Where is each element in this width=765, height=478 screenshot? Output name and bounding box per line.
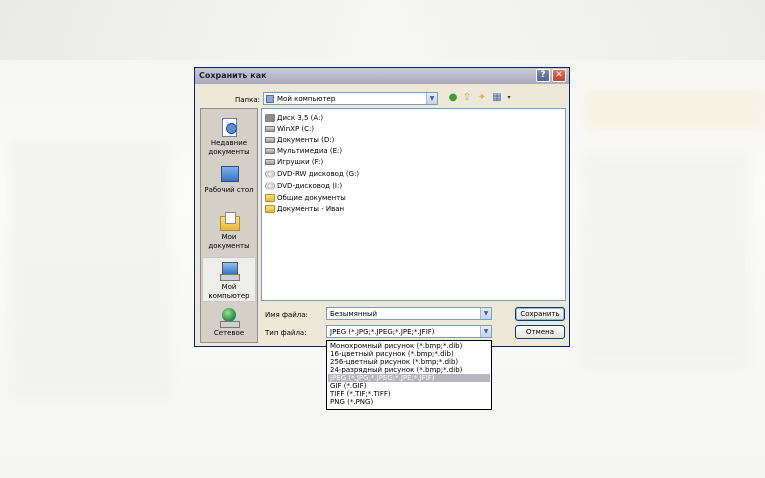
lookin-combo[interactable]: Мой компьютер ▼	[263, 92, 438, 105]
desktop-icon	[218, 164, 240, 184]
my-computer-icon	[218, 261, 240, 281]
close-button[interactable]: ✕	[552, 69, 566, 82]
chevron-down-icon[interactable]: ▼	[480, 326, 491, 337]
file-label: Диск 3,5 (A:)	[277, 114, 324, 122]
list-item[interactable]: DVD-дисковод (I:)	[265, 181, 342, 191]
background-blur	[580, 150, 750, 370]
file-list[interactable]: Диск 3,5 (A:) WinXP (C:) Документы (D:) …	[261, 108, 566, 301]
filetype-dropdown-list[interactable]: Монохромный рисунок (*.bmp;*.dib) 16-цве…	[326, 340, 492, 410]
view-menu-chevron-icon[interactable]: ▾	[503, 92, 515, 104]
chevron-down-icon[interactable]: ▼	[480, 308, 491, 319]
folder-icon	[265, 194, 275, 202]
background-blur	[0, 0, 765, 60]
list-item[interactable]: Документы (D:)	[265, 135, 334, 145]
recent-documents-icon	[218, 117, 240, 137]
dialog-title: Сохранить как	[199, 71, 267, 80]
help-button[interactable]: ?	[536, 69, 550, 82]
drive-icon	[265, 159, 275, 165]
cd-icon	[265, 182, 275, 190]
place-label: Мой компьютер	[208, 283, 250, 300]
filename-label: Имя файла:	[265, 311, 308, 319]
dropdown-option[interactable]: 256-цветный рисунок (*.bmp;*.dib)	[328, 358, 490, 366]
file-label: DVD-дисковод (I:)	[277, 182, 343, 190]
filetype-label: Тип файла:	[265, 329, 307, 337]
place-recent-documents[interactable]: Недавние документы	[202, 117, 256, 157]
lookin-value: Мой компьютер	[277, 95, 336, 103]
chevron-down-icon[interactable]: ▼	[426, 93, 437, 104]
file-label: DVD-RW дисковод (G:)	[277, 170, 360, 178]
dropdown-option[interactable]: Монохромный рисунок (*.bmp;*.dib)	[328, 342, 490, 350]
filename-value: Безымянный	[330, 310, 378, 318]
lookin-label: Папка:	[235, 96, 261, 104]
drive-icon	[265, 126, 275, 132]
list-item[interactable]: Документы - Иван	[265, 204, 344, 214]
file-label: Игрушки (F:)	[277, 158, 324, 166]
list-item[interactable]: Игрушки (F:)	[265, 157, 323, 167]
dropdown-option[interactable]: GIF (*.GIF)	[328, 382, 490, 390]
list-item[interactable]: Общие документы	[265, 193, 346, 203]
dropdown-option[interactable]: TIFF (*.TIF;*.TIFF)	[328, 390, 490, 398]
cd-icon	[265, 170, 275, 178]
new-folder-icon[interactable]: ✦	[476, 92, 488, 104]
floppy-icon	[265, 114, 275, 122]
list-item[interactable]: WinXP (C:)	[265, 124, 314, 134]
place-label: Недавние документы	[208, 139, 250, 156]
up-folder-icon[interactable]: ⇧	[461, 92, 473, 104]
place-my-documents[interactable]: Мои документы	[202, 211, 256, 251]
place-my-computer[interactable]: Мой компьютер	[202, 257, 256, 302]
my-computer-icon	[266, 95, 274, 103]
file-label: Документы - Иван	[277, 205, 345, 213]
dropdown-option[interactable]: PNG (*.PNG)	[328, 398, 490, 406]
background-blur	[10, 140, 170, 400]
save-as-dialog: Сохранить как ? ✕ Папка: Мой компьютер ▼…	[194, 67, 570, 347]
back-icon[interactable]: ●	[447, 92, 459, 104]
cancel-button[interactable]: Отмена	[515, 325, 565, 339]
place-label: Сетевое	[213, 329, 245, 337]
filetype-value: JPEG (*.JPG;*.JPEG;*.JPE;*.JFIF)	[330, 328, 435, 336]
list-item[interactable]: Диск 3,5 (A:)	[265, 113, 323, 123]
file-label: WinXP (C:)	[277, 125, 315, 133]
place-desktop[interactable]: Рабочий стол	[202, 164, 256, 195]
save-button[interactable]: Сохранить	[515, 307, 565, 321]
file-label: Мультимедиа (E:)	[277, 147, 343, 155]
place-network[interactable]: Сетевое	[202, 307, 256, 338]
dropdown-option[interactable]: 24-разрядный рисунок (*.bmp;*.dib)	[328, 366, 490, 374]
folder-icon	[265, 205, 275, 213]
background-blur	[585, 90, 765, 130]
my-documents-icon	[218, 211, 240, 231]
drive-icon	[265, 137, 275, 143]
list-item[interactable]: DVD-RW дисковод (G:)	[265, 169, 359, 179]
filename-input[interactable]: Безымянный ▼	[326, 307, 492, 320]
dropdown-option[interactable]: 16-цветный рисунок (*.bmp;*.dib)	[328, 350, 490, 358]
places-bar: Недавние документы Рабочий стол Мои доку…	[200, 108, 258, 343]
list-item[interactable]: Мультимедиа (E:)	[265, 146, 342, 156]
title-bar[interactable]: Сохранить как ? ✕	[195, 68, 569, 84]
drive-icon	[265, 148, 275, 154]
place-label: Мои документы	[208, 233, 250, 250]
dropdown-option[interactable]: JPEG (*.JPG;*.JPEG;*.JPE;*.JFIF)	[328, 374, 490, 382]
file-label: Общие документы	[277, 194, 346, 202]
place-label: Рабочий стол	[204, 186, 254, 194]
view-menu-icon[interactable]: ▦	[491, 92, 503, 104]
network-icon	[218, 307, 240, 328]
file-label: Документы (D:)	[277, 136, 335, 144]
filetype-select[interactable]: JPEG (*.JPG;*.JPEG;*.JPE;*.JFIF) ▼	[326, 325, 492, 338]
